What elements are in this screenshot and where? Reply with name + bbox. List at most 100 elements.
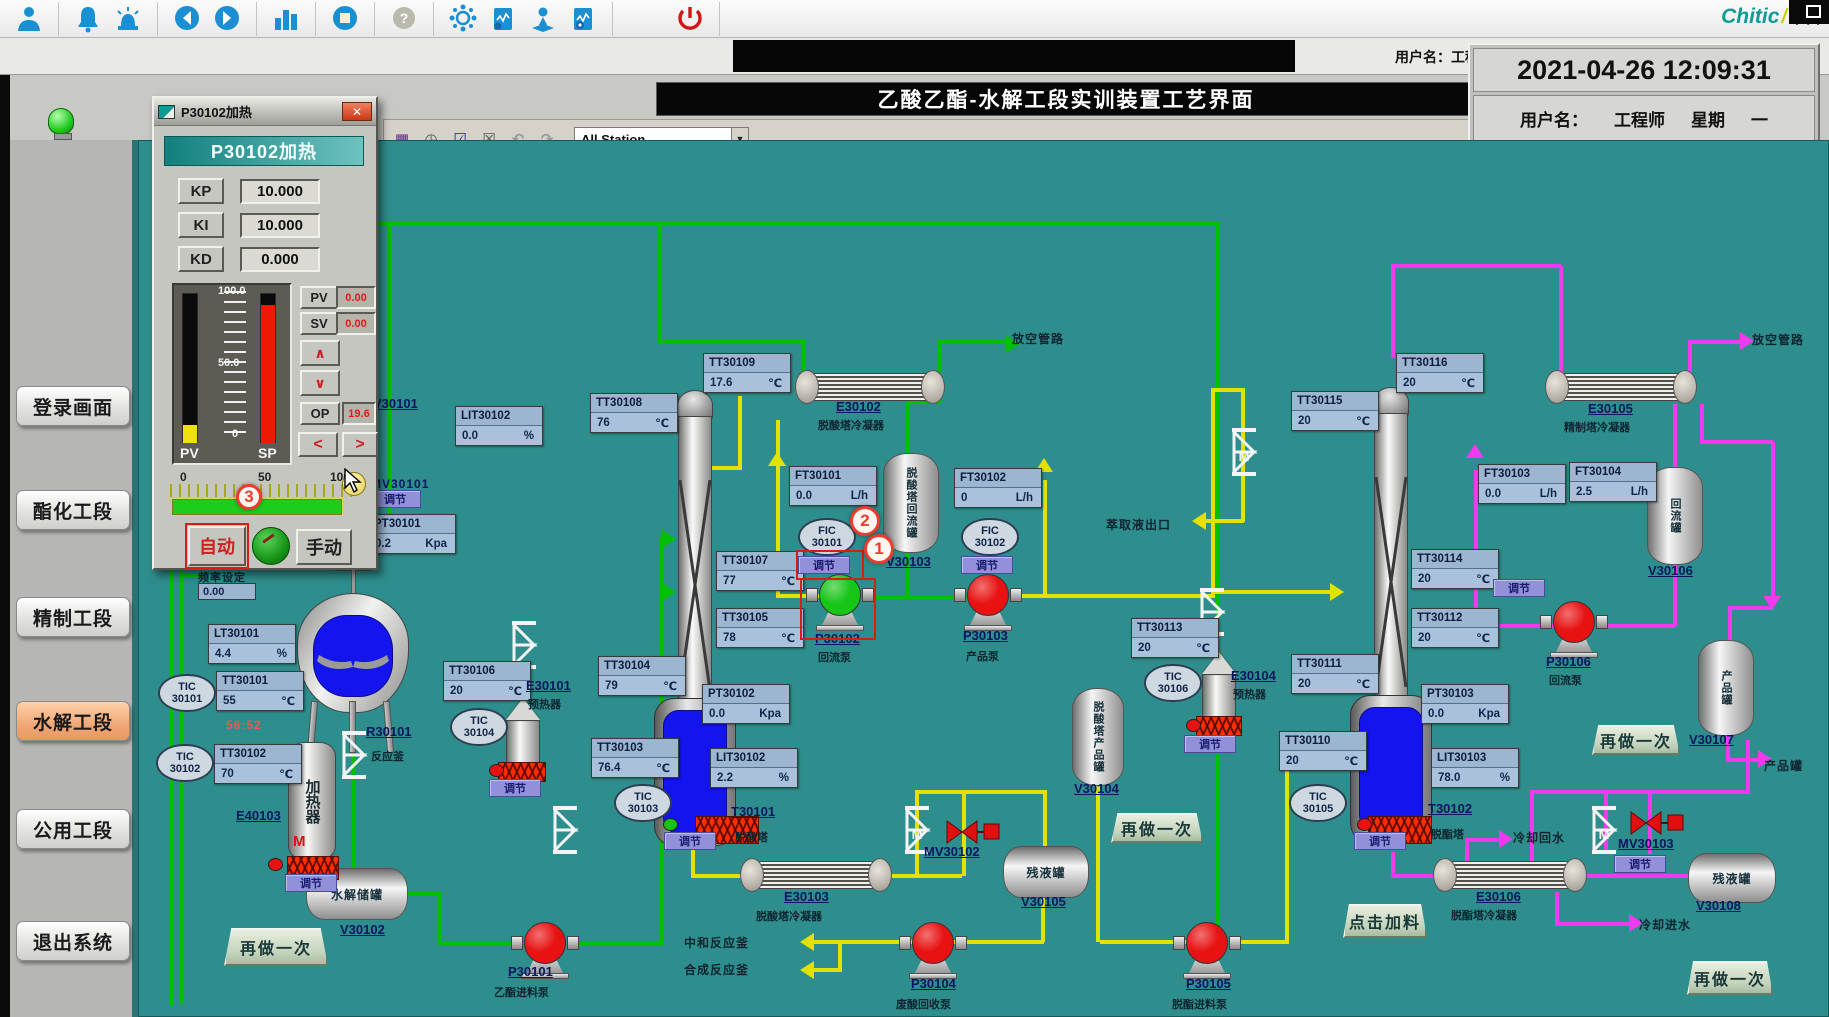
power-icon[interactable] [670, 4, 710, 34]
equipment-label-E30104[interactable]: E30104 [1231, 668, 1276, 683]
action-button-再做一次[interactable]: 再做一次 [1111, 813, 1203, 843]
instrument-value-row: 0.0% [456, 426, 542, 445]
chart-icon[interactable] [266, 4, 306, 34]
ki-value[interactable]: 10.000 [240, 213, 320, 238]
auto-mode-button[interactable]: 自动 [188, 526, 246, 566]
exchanger-E30105[interactable] [1545, 370, 1697, 404]
equipment-label-R30101[interactable]: R30101 [366, 724, 412, 739]
controller-TIC30103[interactable]: TIC30103 [614, 784, 672, 822]
controller-FIC30102[interactable]: FIC30102 [961, 518, 1019, 556]
exchanger-E30106[interactable] [1433, 858, 1587, 892]
equipment-label-P30106[interactable]: P30106 [1546, 654, 1591, 669]
regulate-button[interactable]: 调节 [961, 556, 1013, 574]
locate-icon[interactable] [523, 4, 563, 34]
action-button-再做一次[interactable]: 再做一次 [1592, 725, 1680, 755]
step-left-button[interactable]: < [298, 432, 338, 457]
kd-value[interactable]: 0.000 [240, 247, 320, 272]
dialog-title-bar[interactable]: P30102加热 ✕ [154, 98, 376, 126]
sidebar-item-水解工段[interactable]: 水解工段 [16, 701, 130, 741]
equipment-label-P30101[interactable]: P30101 [508, 964, 553, 979]
sidebar-item-精制工段[interactable]: 精制工段 [16, 597, 130, 637]
freq-set-value[interactable]: 0.00 [198, 583, 256, 600]
forward-icon[interactable] [207, 4, 247, 34]
pump-P30105[interactable] [1173, 921, 1241, 979]
equipment-label-MV30103[interactable]: MV30103 [1618, 836, 1674, 851]
close-icon[interactable]: ✕ [342, 102, 372, 121]
action-button-再做一次[interactable]: 再做一次 [224, 928, 328, 966]
sidebar-item-登录画面[interactable]: 登录画面 [16, 386, 130, 426]
regulate-button[interactable]: 调节 [1354, 832, 1406, 850]
instrument-value-row: 0.0Kpa [703, 704, 789, 723]
equipment-label-V30101[interactable]: V30101 [373, 396, 418, 411]
equipment-label-E30101[interactable]: E30101 [526, 678, 571, 693]
regulate-button[interactable]: 调节 [489, 779, 541, 797]
regulate-button[interactable]: 调节 [285, 874, 337, 892]
equipment-label-T30101[interactable]: T30101 [731, 804, 775, 819]
pump-P30106[interactable] [1540, 600, 1608, 658]
stop-icon[interactable] [325, 4, 365, 34]
equipment-label-E30106[interactable]: E30106 [1476, 889, 1521, 904]
regulate-button[interactable]: 调节 [1184, 735, 1236, 753]
controller-TIC30102[interactable]: TIC30102 [156, 744, 214, 782]
controller-TIC30104[interactable]: TIC30104 [450, 708, 508, 746]
equipment-label-E30102[interactable]: E30102 [836, 399, 881, 414]
pump-P30103[interactable] [954, 573, 1022, 631]
regulate-button[interactable]: 调节 [664, 832, 716, 850]
increase-button[interactable]: ∧ [300, 340, 340, 366]
manual-valve[interactable] [551, 806, 579, 859]
equipment-label-P30104[interactable]: P30104 [911, 976, 956, 991]
exchanger-E30103[interactable] [740, 858, 892, 892]
controller-TIC30105[interactable]: TIC30105 [1289, 784, 1347, 822]
manual-valve[interactable]: M [1230, 428, 1258, 481]
report-icon[interactable] [483, 4, 523, 34]
equipment-label-V30104[interactable]: V30104 [1074, 781, 1119, 796]
kp-value[interactable]: 10.000 [240, 179, 320, 204]
action-button-再做一次[interactable]: 再做一次 [1687, 961, 1773, 995]
equipment-label-T30102[interactable]: T30102 [1428, 801, 1472, 816]
equipment-label-E30103[interactable]: E30103 [784, 889, 829, 904]
controller-TIC30101[interactable]: TIC30101 [158, 674, 216, 712]
logo-slash: / [1781, 6, 1787, 29]
equipment-label-P30105[interactable]: P30105 [1186, 976, 1231, 991]
siren-icon[interactable] [108, 4, 148, 34]
tank-V30105[interactable]: 残液罐 [1003, 846, 1089, 898]
sidebar-item-公用工段[interactable]: 公用工段 [16, 809, 130, 849]
regulate-button[interactable]: 调节 [1493, 579, 1545, 597]
equipment-label-MV30102[interactable]: MV30102 [924, 844, 980, 859]
equipment-label-P30103[interactable]: P30103 [963, 628, 1008, 643]
sidebar-item-酯化工段[interactable]: 酯化工段 [16, 490, 130, 530]
equipment-label-V30106[interactable]: V30106 [1648, 563, 1693, 578]
pump-P30104[interactable] [899, 921, 967, 979]
mode-knob[interactable] [252, 527, 290, 565]
equipment-label-V30107[interactable]: V30107 [1689, 732, 1734, 747]
network-icon[interactable] [443, 4, 483, 34]
manual-valve[interactable] [340, 731, 368, 784]
manual-mode-button[interactable]: 手动 [296, 529, 352, 565]
equipment-label-E30105[interactable]: E30105 [1588, 401, 1633, 416]
sidebar-item-退出系统[interactable]: 退出系统 [16, 921, 130, 961]
equipment-label-V30103[interactable]: V30103 [886, 554, 931, 569]
bell-icon[interactable] [68, 4, 108, 34]
tank-V30103[interactable]: 脱酸塔回流罐 [883, 453, 939, 553]
config-icon[interactable] [563, 4, 603, 34]
equipment-sub-E30106: 脱酯塔冷凝器 [1451, 907, 1517, 923]
help-icon[interactable]: ? [384, 4, 424, 34]
window-control-box[interactable] [1789, 0, 1829, 24]
decrease-button[interactable]: ∨ [300, 370, 340, 396]
regulate-button[interactable]: 调节 [1614, 855, 1666, 873]
action-button-点击加料[interactable]: 点击加料 [1343, 904, 1427, 938]
equipment-label-V30102[interactable]: V30102 [340, 922, 385, 937]
tank-V30104[interactable]: 脱酸塔产品罐 [1072, 688, 1124, 786]
user-icon[interactable] [9, 4, 49, 34]
equipment-label-V30108[interactable]: V30108 [1696, 898, 1741, 913]
instrument-PT30102: PT301020.0Kpa [702, 684, 790, 724]
tank-V30108[interactable]: 残液罐 [1688, 853, 1776, 903]
tank-V30107[interactable]: 产品罐 [1698, 640, 1754, 736]
back-icon[interactable] [167, 4, 207, 34]
step-right-button[interactable]: > [342, 432, 378, 457]
manual-valve[interactable]: M [1590, 806, 1618, 859]
controller-TIC30106[interactable]: TIC30106 [1144, 664, 1202, 702]
equipment-label-E40103[interactable]: E40103 [236, 808, 281, 823]
instrument-tag: FT30102 [955, 469, 1041, 488]
equipment-label-V30105[interactable]: V30105 [1021, 894, 1066, 909]
